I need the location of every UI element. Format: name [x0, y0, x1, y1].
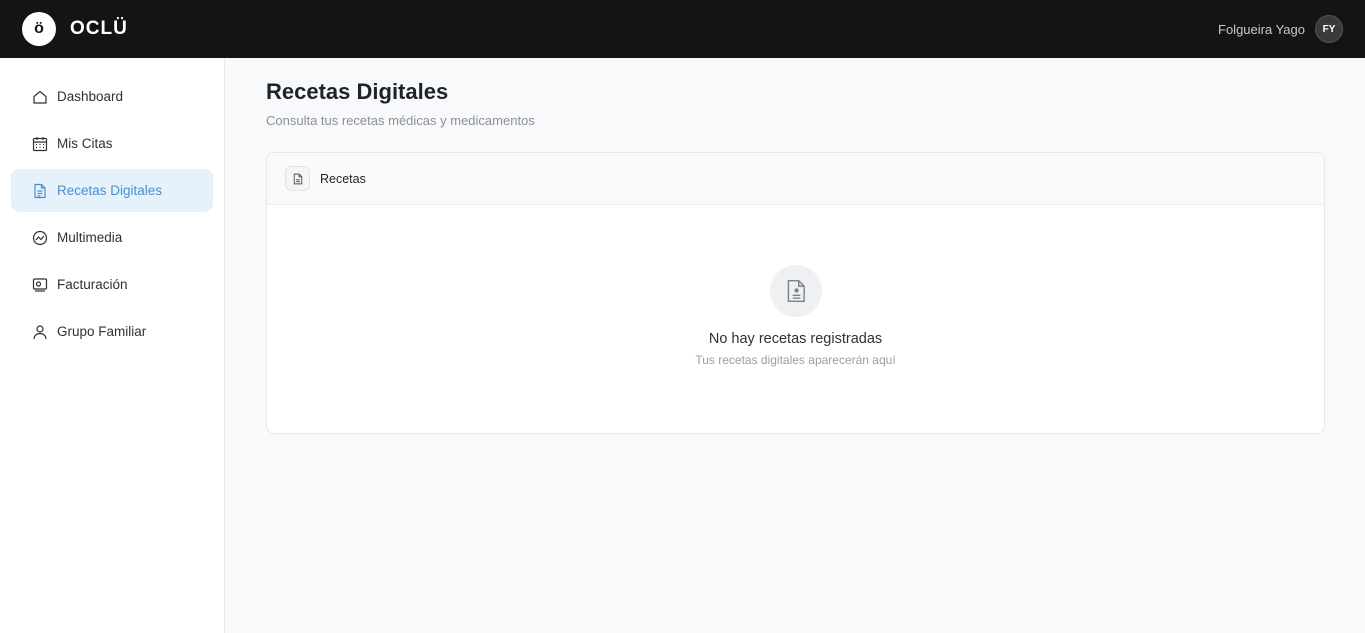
calendar-icon: [32, 136, 48, 151]
sidebar-item-label: Mis Citas: [57, 136, 113, 151]
prescription-icon: [285, 166, 310, 191]
page-subtitle: Consulta tus recetas médicas y medicamen…: [266, 113, 535, 128]
user-icon: [33, 324, 47, 339]
logo: ö: [22, 12, 56, 46]
empty-title: No hay recetas registradas: [708, 331, 883, 347]
brand[interactable]: ö OCLÜ: [22, 12, 128, 46]
empty-subtitle: Tus recetas digitales aparecerán aquí: [695, 353, 896, 367]
sidebar-item-label: Multimedia: [57, 230, 123, 245]
invoice-icon: [32, 277, 48, 292]
page-title: Recetas Digitales: [266, 79, 449, 104]
user-menu[interactable]: Folgueira Yago FY: [1218, 15, 1343, 43]
sidebar-item-label: Grupo Familiar: [57, 324, 147, 339]
empty-document-icon: [769, 265, 822, 317]
document-icon: [34, 183, 46, 198]
sidebar-item-label: Recetas Digitales: [57, 183, 163, 198]
sidebar-item-facturacion[interactable]: Facturación: [11, 263, 213, 306]
avatar[interactable]: FY: [1315, 15, 1343, 43]
sidebar-item-mis-citas[interactable]: Mis Citas: [11, 122, 213, 165]
empty-state: No hay recetas registradas Tus recetas d…: [267, 205, 1324, 367]
brand-name: OCLÜ: [70, 18, 128, 39]
recetas-card: Recetas No hay recetas registradas Tus r…: [266, 152, 1325, 434]
sidebar-item-multimedia[interactable]: Multimedia: [11, 216, 213, 259]
home-icon: [33, 90, 47, 104]
sidebar: Dashboard Mis Citas Recetas Digitales Mu…: [0, 58, 225, 633]
sidebar-item-label: Facturación: [57, 277, 128, 292]
card-header: Recetas: [267, 153, 1324, 205]
card-title: Recetas: [320, 171, 366, 186]
chart-icon: [32, 230, 48, 245]
top-bar: ö OCLÜ Folgueira Yago FY: [0, 0, 1365, 58]
sidebar-item-grupo-familiar[interactable]: Grupo Familiar: [11, 310, 213, 353]
user-name: Folgueira Yago: [1218, 21, 1305, 37]
sidebar-item-recetas-digitales[interactable]: Recetas Digitales: [11, 169, 213, 212]
sidebar-item-label: Dashboard: [57, 89, 124, 104]
main-content: Recetas Digitales Consulta tus recetas m…: [266, 58, 1325, 434]
sidebar-item-dashboard[interactable]: Dashboard: [11, 75, 213, 118]
